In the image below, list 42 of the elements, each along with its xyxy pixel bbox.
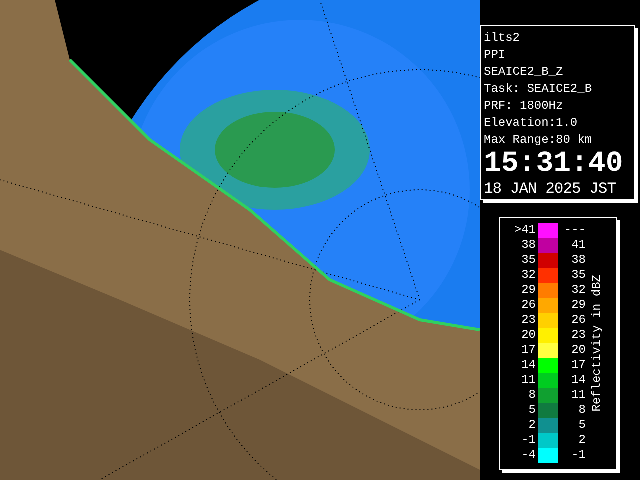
info-line: Elevation:1.0 [484,115,579,132]
legend-low-value: 11 [520,373,537,388]
legend-title: Reflectivity in dBZ [589,275,605,412]
legend-high-value: 29 [570,298,586,313]
legend-high-value: 32 [570,283,586,298]
legend-low-value: 5 [528,403,537,418]
date-text: 18 JAN 2025 JST [484,179,618,199]
legend-low-value: >41 [513,223,537,238]
legend-high-value: 2 [578,433,586,448]
legend-low-value: -1 [520,433,537,448]
legend-high-value: 41 [570,238,586,253]
legend-high-value: 38 [570,253,586,268]
legend-low-value: -4 [520,448,537,463]
time-text: 15:31:40 [484,149,624,179]
legend-low-value: 2 [528,418,537,433]
legend-high-value: 23 [570,328,586,343]
legend-high-value: -1 [570,448,586,463]
info-line: PRF: 1800Hz [484,98,564,115]
legend-low-value: 14 [520,358,537,373]
legend-low-value: 8 [528,388,537,403]
legend-high-value: 14 [570,373,586,388]
legend-low-value: 32 [520,268,537,283]
legend-low-value: 26 [520,298,537,313]
legend-high-value: 8 [578,403,586,418]
legend-high-value: 17 [570,358,586,373]
legend-high-value: 5 [578,418,586,433]
info-line: PPI [484,47,507,64]
legend-high-value: 20 [570,343,586,358]
legend-high-value: --- [563,223,586,238]
legend-low-value: 38 [520,238,537,253]
info-line: SEAICE2_B_Z [484,64,564,81]
legend-low-value: 29 [520,283,537,298]
legend-high-value: 26 [570,313,586,328]
info-line: Max Range:80 km [484,132,594,149]
legend-low-value: 17 [520,343,537,358]
legend-low-value: 35 [520,253,537,268]
legend-low-value: 20 [520,328,537,343]
info-line: Task: SEAICE2_B [484,81,594,98]
info-line: ilts2 [484,30,522,47]
legend-low-value: 23 [520,313,537,328]
legend-high-value: 11 [570,388,586,403]
legend-high-value: 35 [570,268,586,283]
